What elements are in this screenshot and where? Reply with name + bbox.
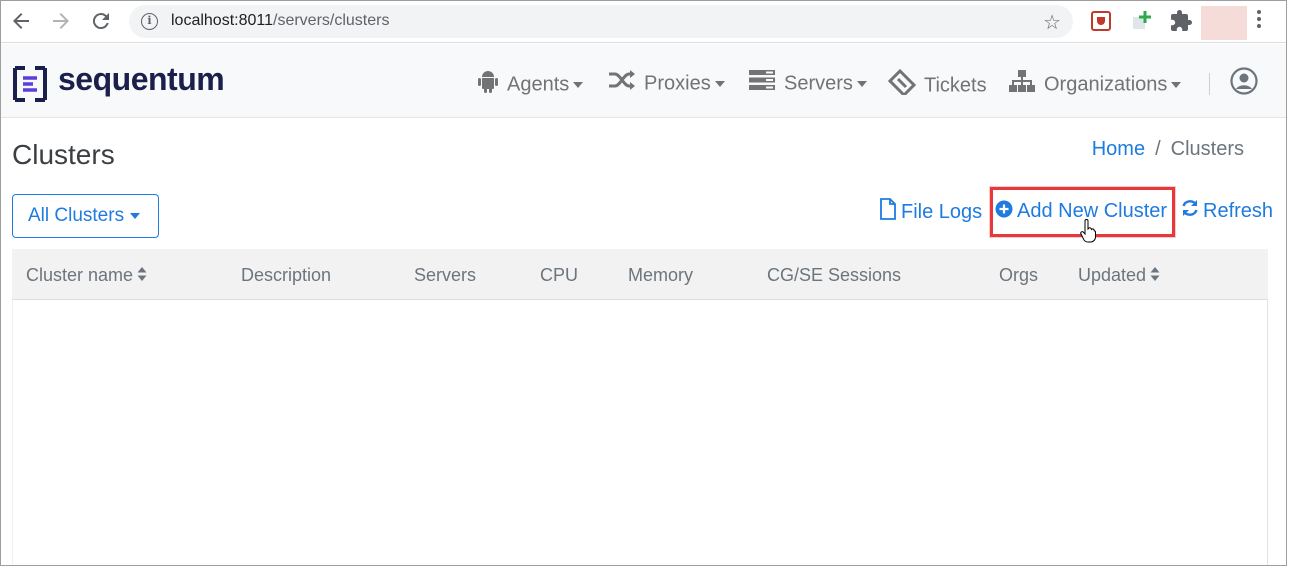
clusters-table-header: Cluster name Description Servers CPU Mem…: [12, 249, 1268, 300]
bookmark-star-icon[interactable]: ☆: [1043, 10, 1061, 35]
column-servers: Servers: [414, 265, 477, 285]
ticket-icon: [887, 68, 917, 103]
column-description: Description: [241, 265, 332, 285]
forward-icon[interactable]: [49, 9, 73, 33]
chevron-down-icon: [714, 81, 725, 87]
all-clusters-label: All Clusters: [28, 205, 125, 226]
chevron-down-icon: [573, 82, 584, 88]
column-cluster-name[interactable]: Cluster name: [26, 265, 147, 287]
breadcrumb-current: Clusters: [1170, 138, 1244, 160]
breadcrumb: Home / Clusters: [1092, 138, 1244, 161]
browser-menu-icon[interactable]: [1254, 10, 1264, 34]
sitemap-icon: [1008, 69, 1036, 101]
profile-avatar[interactable]: [1201, 6, 1247, 40]
page-title: Clusters: [12, 139, 115, 170]
add-note-extension-icon[interactable]: [1129, 9, 1153, 33]
column-orgs: Orgs: [999, 265, 1039, 285]
chevron-down-icon: [130, 212, 141, 219]
nav-agents[interactable]: Agents: [477, 69, 584, 97]
nav-proxies-label: Proxies: [644, 72, 711, 95]
nav-tickets-label: Tickets: [924, 74, 987, 97]
info-icon[interactable]: i: [141, 13, 158, 30]
address-bar[interactable]: i localhost:8011/servers/clusters ☆: [129, 5, 1073, 38]
user-account-icon[interactable]: [1230, 67, 1258, 95]
clusters-table-body: [12, 300, 1268, 565]
sequentum-logo-icon[interactable]: [13, 66, 47, 102]
refresh-icon: [1181, 198, 1199, 225]
chevron-down-icon: [1171, 82, 1182, 88]
url-text[interactable]: localhost:8011/servers/clusters: [171, 12, 389, 30]
nav-tickets[interactable]: Tickets: [887, 68, 987, 98]
refresh-label: Refresh: [1203, 200, 1274, 222]
browser-toolbar: i localhost:8011/servers/clusters ☆: [1, 1, 1286, 43]
android-icon: [477, 69, 499, 101]
browser-window: i localhost:8011/servers/clusters ☆ sequ…: [0, 0, 1287, 566]
nav-agents-label: Agents: [507, 73, 570, 96]
reload-icon[interactable]: [89, 9, 113, 33]
breadcrumb-home-link[interactable]: Home: [1092, 138, 1145, 160]
chevron-down-icon: [856, 81, 867, 87]
nav-organizations-label: Organizations: [1044, 73, 1168, 96]
nav-proxies[interactable]: Proxies: [608, 69, 725, 97]
file-logs-link[interactable]: File Logs: [879, 198, 982, 224]
column-cpu: CPU: [540, 265, 579, 285]
sort-icon[interactable]: [137, 266, 147, 287]
file-logs-label: File Logs: [901, 200, 983, 223]
all-clusters-dropdown[interactable]: All Clusters: [12, 194, 159, 238]
hand-cursor-icon: [1080, 219, 1096, 243]
column-updated[interactable]: Updated: [1078, 265, 1160, 287]
nav-divider: [1209, 73, 1210, 95]
refresh-link[interactable]: Refresh: [1181, 198, 1273, 224]
nav-organizations[interactable]: Organizations: [1008, 69, 1182, 97]
column-cg-se-sessions: CG/SE Sessions: [767, 265, 902, 285]
server-icon: [748, 69, 776, 99]
shield-extension-icon[interactable]: [1089, 9, 1113, 33]
nav-servers-label: Servers: [784, 72, 853, 95]
brand-name[interactable]: sequentum: [58, 61, 225, 98]
column-memory: Memory: [628, 265, 694, 285]
nav-servers[interactable]: Servers: [748, 69, 867, 97]
breadcrumb-separator: /: [1155, 138, 1161, 160]
shuffle-icon: [608, 69, 636, 99]
app-navbar: sequentum Agents Proxies Servers Tickets…: [1, 44, 1286, 118]
file-icon: [879, 198, 897, 227]
sort-icon[interactable]: [1150, 266, 1160, 287]
back-icon[interactable]: [9, 9, 33, 33]
puzzle-extensions-icon[interactable]: [1169, 9, 1193, 33]
